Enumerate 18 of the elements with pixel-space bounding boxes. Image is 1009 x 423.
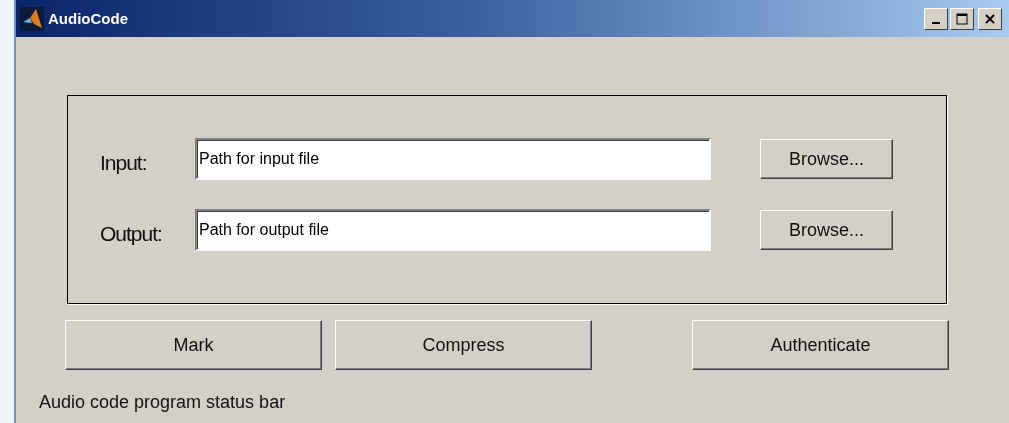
path-field[interactable]: Path for input file (195, 138, 711, 180)
maximize-icon (956, 12, 968, 25)
browse-button[interactable]: Browse... (760, 139, 893, 179)
browse-button[interactable]: Browse... (760, 210, 893, 250)
minimize-button[interactable] (924, 7, 948, 30)
field-label: Output: (99, 222, 163, 246)
path-field[interactable]: Path for output file (195, 209, 711, 251)
action-button[interactable]: Compress (335, 320, 592, 370)
status-text: Audio code program status bar (39, 392, 286, 413)
minimize-icon (932, 21, 940, 24)
close-button[interactable] (978, 7, 1002, 30)
action-button[interactable]: Authenticate (692, 320, 949, 370)
app-logo-icon (20, 6, 44, 31)
action-button[interactable]: Mark (65, 320, 322, 370)
close-icon (985, 13, 995, 24)
field-label: Input: (99, 151, 148, 175)
window-title: AudioCode (48, 10, 128, 27)
maximize-button[interactable] (950, 7, 974, 30)
